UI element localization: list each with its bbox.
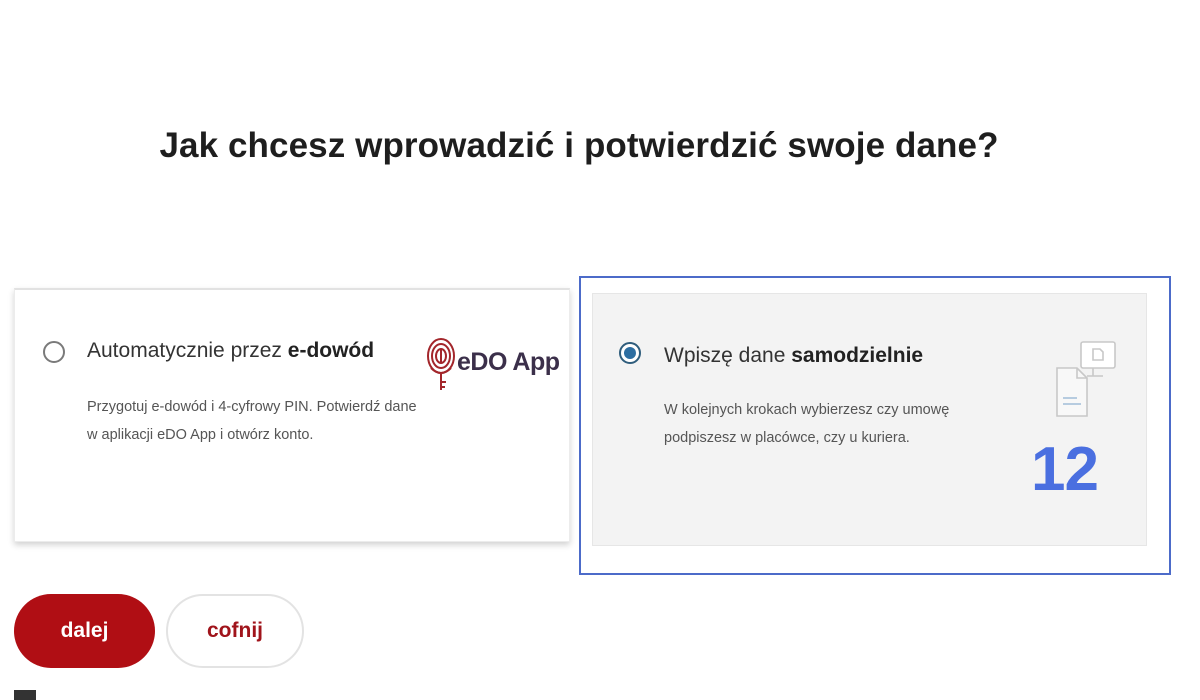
next-button[interactable]: dalej: [14, 594, 155, 668]
document-monitor-icon: [1056, 341, 1116, 417]
page-title: Jak chcesz wprowadzić i potwierdzić swoj…: [159, 126, 999, 165]
option-card-edowod[interactable]: Automatycznie przez e-dowód Przygotuj e-…: [14, 288, 570, 542]
option-heading-prefix: Automatycznie przez: [87, 339, 288, 362]
edo-app-logo: eDO App: [425, 334, 560, 394]
cut-off-text-fragment: [14, 690, 36, 700]
option-heading-bold: e-dowód: [287, 339, 375, 362]
option-heading-prefix: Wpiszę dane: [664, 344, 792, 367]
option-description-manual: W kolejnych krokach wybierzesz czy umowę…: [664, 402, 950, 446]
edo-app-logo-text: eDO App: [457, 348, 560, 376]
fingerprint-key-icon: [427, 338, 455, 390]
radio-manual[interactable]: [619, 342, 641, 364]
option-heading-edowod: Automatycznie przez e-dowód: [87, 339, 374, 363]
option-heading-bold: samodzielnie: [791, 344, 924, 367]
back-button[interactable]: cofnij: [166, 594, 304, 668]
radio-selected-dot: [624, 347, 636, 359]
option-heading-manual: Wpiszę dane samodzielnie: [664, 344, 923, 368]
radio-edowod[interactable]: [43, 341, 65, 363]
step-number-annotation: 12: [1031, 435, 1099, 504]
option-card-manual[interactable]: Wpiszę dane samodzielnie W kolejnych kro…: [592, 293, 1147, 546]
option-description-edowod: Przygotuj e-dowód i 4-cyfrowy PIN. Potwi…: [87, 399, 417, 443]
